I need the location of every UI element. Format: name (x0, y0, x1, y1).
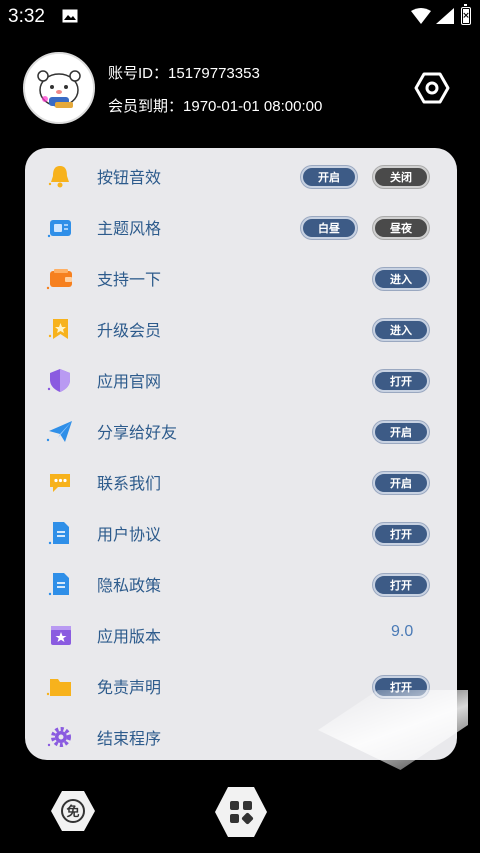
wifi-icon (411, 8, 431, 24)
account-id-value: 15179773353 (168, 65, 260, 82)
gear-icon (47, 727, 71, 747)
menu-item-label: 分享给好友 (97, 423, 178, 442)
menu-item-label: 主题风格 (97, 219, 162, 238)
menu-item-user-agreement[interactable]: 用户协议 打开 (25, 507, 457, 557)
signal-icon (436, 8, 454, 24)
document-icon (48, 573, 69, 596)
photo-notification-icon (62, 9, 78, 23)
support-enter-button[interactable]: 进入 (373, 268, 429, 290)
website-open-button[interactable]: 打开 (373, 370, 429, 392)
settings-hexagon-icon[interactable] (414, 70, 450, 106)
menu-item-label: 隐私政策 (97, 576, 162, 595)
account-id-line: 账号ID：15179773353 (108, 62, 260, 83)
membership-expiry-line: 会员到期：1970-01-01 08:00:00 (108, 95, 322, 116)
settings-menu-panel: 按钮音效 开启 关闭 主题风格 白昼 昼夜 支持一下 进入 升级会员 进入 应用… (25, 148, 457, 760)
menu-item-theme-style[interactable]: 主题风格 白昼 昼夜 (25, 201, 457, 251)
free-badge-label: 免 (66, 804, 79, 820)
menu-item-label: 升级会员 (97, 321, 162, 340)
privacy-open-button[interactable]: 打开 (373, 574, 429, 596)
menu-item-official-website[interactable]: 应用官网 打开 (25, 354, 457, 404)
wallet-icon (46, 269, 72, 290)
badge-icon (48, 319, 68, 339)
menu-item-label: 支持一下 (97, 270, 162, 289)
menu-item-app-version: 应用版本 9.0 (25, 609, 457, 659)
folder-icon (46, 679, 71, 696)
menu-item-label: 按钮音效 (97, 168, 162, 187)
agreement-open-button[interactable]: 打开 (373, 523, 429, 545)
sound-on-button[interactable]: 开启 (301, 166, 357, 188)
menu-item-exit-app[interactable]: 结束程序 (25, 711, 457, 761)
membership-expiry-value: 1970-01-01 08:00:00 (183, 98, 323, 115)
disclaimer-open-button[interactable]: 打开 (373, 676, 429, 698)
menu-item-label: 应用官网 (97, 372, 162, 391)
status-time: 3:32 (8, 6, 45, 27)
document-icon (48, 522, 69, 545)
free-badge-button[interactable]: 免 (50, 788, 96, 834)
chat-icon (50, 474, 70, 492)
menu-item-label: 结束程序 (97, 729, 162, 748)
theme-day-button[interactable]: 白昼 (301, 217, 357, 239)
menu-item-label: 联系我们 (97, 474, 162, 493)
radio-icon (47, 220, 71, 238)
paper-plane-icon (46, 421, 72, 442)
theme-night-button[interactable]: 昼夜 (373, 217, 429, 239)
film-icon (51, 626, 71, 645)
status-bar: 3:32 × (0, 0, 480, 34)
menu-item-button-sound[interactable]: 按钮音效 开启 关闭 (25, 150, 457, 200)
shield-icon (47, 369, 70, 392)
menu-item-contact[interactable]: 联系我们 开启 (25, 456, 457, 506)
menu-item-disclaimer[interactable]: 免责声明 打开 (25, 660, 457, 710)
apps-grid-icon[interactable] (213, 784, 269, 840)
menu-item-upgrade-membership[interactable]: 升级会员 进入 (25, 303, 457, 353)
menu-item-support[interactable]: 支持一下 进入 (25, 252, 457, 302)
battery-icon: × (461, 4, 471, 25)
menu-item-privacy-policy[interactable]: 隐私政策 打开 (25, 558, 457, 608)
menu-item-label: 用户协议 (97, 525, 162, 544)
upgrade-enter-button[interactable]: 进入 (373, 319, 429, 341)
sound-off-button[interactable]: 关闭 (373, 166, 429, 188)
menu-item-share[interactable]: 分享给好友 开启 (25, 405, 457, 455)
hamster-avatar-icon (25, 54, 93, 122)
app-version-value: 9.0 (391, 623, 414, 640)
bell-icon (48, 166, 69, 188)
account-id-label: 账号ID： (108, 65, 169, 82)
menu-item-label: 免责声明 (97, 678, 162, 697)
avatar[interactable] (23, 52, 95, 124)
contact-button[interactable]: 开启 (373, 472, 429, 494)
membership-expiry-label: 会员到期： (108, 98, 184, 115)
menu-item-label: 应用版本 (97, 627, 162, 646)
share-button[interactable]: 开启 (373, 421, 429, 443)
